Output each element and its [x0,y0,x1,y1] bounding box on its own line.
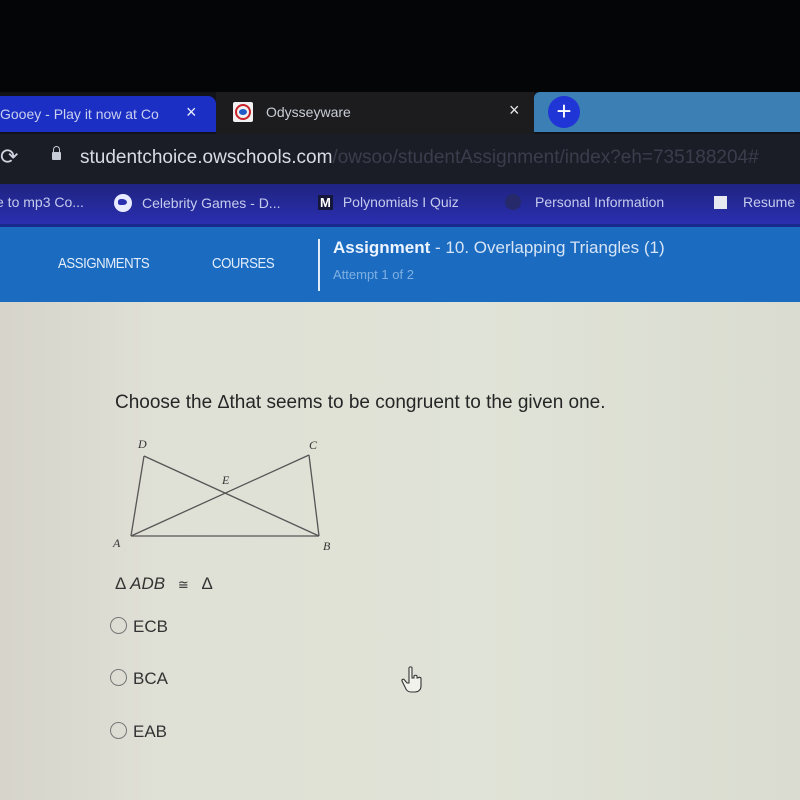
bookmark-label: Celebrity Games - D... [142,195,281,211]
option-label: BCA [133,669,168,688]
url-domain: studentchoice.owschools.com [80,147,333,168]
nav-divider [318,239,320,291]
tab-title: Gooey - Play it now at Co [0,106,159,122]
tab-odysseyware[interactable]: Odysseyware × [216,92,534,134]
screen-bezel [0,0,800,92]
assignment-name: - 10. Overlapping Triangles (1) [430,238,665,257]
assignment-title: Assignment - 10. Overlapping Triangles (… [333,238,665,258]
url-path: /owsoo/studentAssignment/index?eh=735188… [332,147,759,168]
bookmark-polynomials-quiz[interactable]: M Polynomials I Quiz [318,194,459,210]
label-b: B [323,539,331,553]
triangle-symbol: Δ [217,392,230,412]
radio-button[interactable] [110,617,127,634]
segment-bc [308,454,320,537]
prompt-suffix: that seems to be congruent to the given … [229,392,606,413]
hand-pointer-cursor-icon [401,666,422,693]
app-nav-bar: ASSIGNMENTS COURSES Assignment - 10. Ove… [0,224,800,307]
main-content: Choose the Δthat seems to be congruent t… [0,302,800,800]
question-prompt: Choose the Δthat seems to be congruent t… [115,392,606,414]
option-ecb[interactable]: ECB [110,617,168,637]
segment-db [143,455,320,537]
globe-icon [114,194,132,212]
bookmark-celebrity-games[interactable]: Celebrity Games - D... [114,194,280,212]
segment-ad [130,455,145,537]
option-eab[interactable]: EAB [110,722,167,742]
option-label: ECB [133,617,168,636]
bookmark-personal-information[interactable]: Personal Information [505,194,664,210]
close-icon[interactable]: × [509,100,520,121]
odysseyware-logo-icon [233,102,253,122]
bookmark-mp3[interactable]: e to mp3 Co... [0,194,84,210]
tab-gooey[interactable]: Gooey - Play it now at Co × [0,96,216,132]
bookmark-resume[interactable]: Resume [714,194,795,210]
document-icon [714,196,727,209]
bookmarks-bar: e to mp3 Co... Celebrity Games - D... MP… [0,184,800,224]
label-c: C [309,438,318,452]
dot-icon [505,194,521,210]
segment-ac [130,454,310,537]
tab-title: Odysseyware [266,104,351,120]
triangle-diagram: D C E A B [112,437,331,553]
given-triangle: ADB [130,574,166,593]
label-d: D [137,437,147,451]
prompt-prefix: Choose the [115,392,218,413]
assignment-label: Assignment [333,238,431,257]
radio-button[interactable] [110,669,127,686]
option-bca[interactable]: BCA [110,669,168,689]
bookmark-label: Resume [743,194,796,210]
congruence-statement: Δ ADB ≅ Δ [115,574,213,594]
triangle-symbol: Δ [201,574,213,593]
nav-courses[interactable]: COURSES [212,255,275,272]
bookmark-label: e to mp3 Co... [0,194,84,210]
radio-button[interactable] [110,722,127,739]
m-icon: M [318,195,333,210]
new-tab-button[interactable]: + [548,96,580,128]
attempt-counter: Attempt 1 of 2 [333,267,414,282]
triangle-symbol: Δ [115,574,126,593]
congruent-symbol: ≅ [177,577,189,592]
lock-icon[interactable] [52,146,61,160]
reload-icon[interactable]: ⟳ [0,144,18,170]
close-icon[interactable]: × [186,102,197,123]
url-field[interactable]: studentchoice.owschools.com/owsoo/studen… [80,147,759,169]
tab-strip: Gooey - Play it now at Co × Odysseyware … [0,92,800,134]
label-e: E [221,473,230,487]
label-a: A [112,536,121,550]
bookmark-label: Polynomials I Quiz [342,194,459,210]
option-label: EAB [133,722,168,741]
nav-assignments[interactable]: ASSIGNMENTS [58,255,150,272]
bookmark-label: Personal Information [535,194,665,210]
address-bar: ⟳ studentchoice.owschools.com/owsoo/stud… [0,134,800,184]
